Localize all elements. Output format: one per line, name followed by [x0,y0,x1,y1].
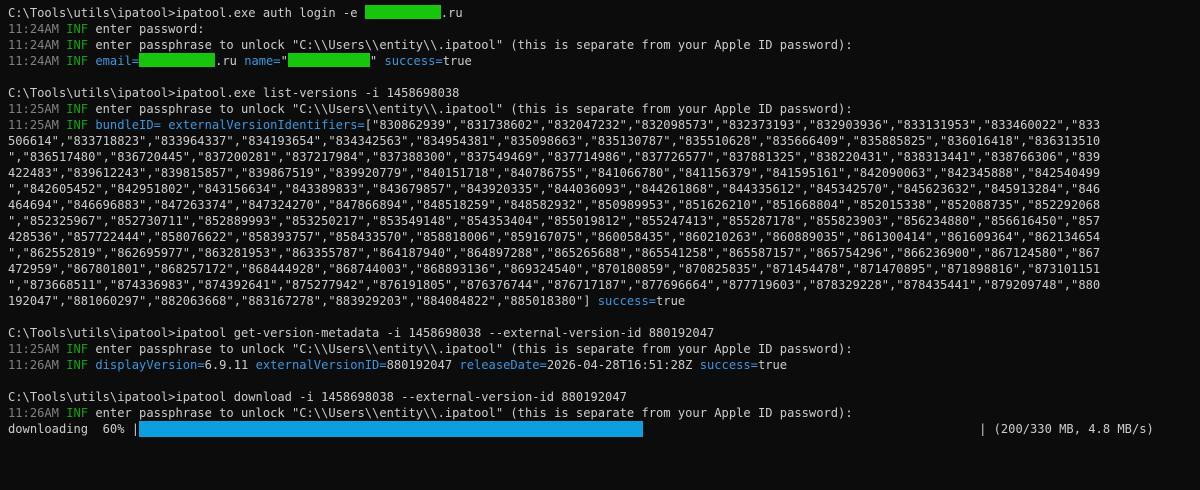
log-line: 11:24AM INF enter password: [8,22,205,36]
log-line: 11:24AM INF email= .ru name=" " success=tr… [8,53,472,68]
output-wrap-line: ","873668511","874336983","874392641","8… [8,278,1101,292]
prompt: C:\Tools\utils\ipatool> [8,86,176,100]
log-line: 11:25AM INF bundleID= externalVersionIde… [8,118,1101,132]
progress-stats: | (200/330 MB, 4.8 MB/s) [979,422,1154,436]
command-line: C:\Tools\utils\ipatool>ipatool.exe list-… [8,85,1192,101]
output-wrap-line: 428536","857722444","858076622","8583937… [8,230,1101,244]
download-progress-line: downloading 60% | | (200/330 MB, 4.8 MB/s… [8,421,1192,437]
command-text: ipatool download -i 1458698038 --externa… [175,390,627,404]
command-line: C:\Tools\utils\ipatool>ipatool.exe auth … [8,5,463,20]
progress-bar-remaining [643,421,979,437]
progress-label: downloading 60% | [8,422,140,436]
output-wrap-line: ","862552819","862695977","863281953","8… [8,246,1101,260]
output-wrap-line: 464694","846696883","847263374","8473242… [8,198,1101,212]
command-line: C:\Tools\utils\ipatool>ipatool get-versi… [8,325,1192,341]
command-text: ipatool.exe auth login -e [175,6,365,20]
log-line: 11:25AM INF enter passphrase to unlock "… [8,102,853,116]
prompt: C:\Tools\utils\ipatool> [8,326,176,340]
command-line: C:\Tools\utils\ipatool>ipatool download … [8,389,1192,405]
command-text: ipatool get-version-metadata -i 14586980… [175,326,715,340]
prompt: C:\Tools\utils\ipatool> [8,390,176,404]
output-wrap-line: 192047","881060297","882063668","8831672… [8,294,686,308]
command-text: ipatool.exe list-versions -i 1458698038 [175,86,460,100]
log-line: 11:25AM INF enter passphrase to unlock "… [8,342,853,356]
redacted-email-block [139,53,216,67]
log-line: 11:26AM INF enter passphrase to unlock "… [8,406,853,420]
output-wrap-line: ","852325967","852730711","852889993","8… [8,214,1101,228]
output-wrap-line: ","842605452","842951802","843156634","8… [8,182,1101,196]
output-wrap-line: 472959","867801801","868257172","8684449… [8,262,1101,276]
output-wrap-line: ","836517480","836720445","837200281","8… [8,150,1101,164]
redacted-name-block [287,53,370,67]
progress-bar-fill [139,421,644,437]
terminal-window[interactable]: C:\Tools\utils\ipatool>ipatool.exe auth … [0,0,1200,490]
log-line: 11:26AM INF displayVersion=6.9.11 extern… [8,358,788,372]
output-wrap-line: 506614","833718823","833964337","8341936… [8,134,1101,148]
redacted-email-block [364,5,441,19]
log-line: 11:24AM INF enter passphrase to unlock "… [8,38,853,52]
prompt: C:\Tools\utils\ipatool> [8,6,176,20]
output-wrap-line: 422483","839612243","839815857","8398675… [8,166,1101,180]
